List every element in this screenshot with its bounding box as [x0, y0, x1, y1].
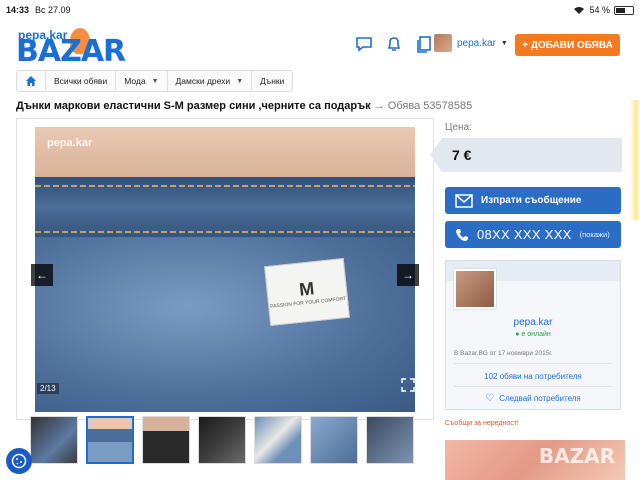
status-date: Вс 27.09 [35, 5, 71, 15]
arrow-right-icon: → [402, 268, 414, 282]
breadcrumb-label: Мода [124, 76, 146, 86]
breadcrumb-label: Дънки [260, 76, 285, 86]
heart-icon: ♡ [485, 393, 495, 404]
avatar [434, 34, 452, 52]
follow-label: Следвай потребителя [499, 394, 581, 403]
status-time: 14:33 [6, 5, 30, 15]
listing-title: Дънки маркови еластични S-M размер сини … [16, 100, 371, 112]
site-header: pepa.kar BAZAR pepa.kar ▼ + ДОБАВИ ОБЯВА [0, 20, 640, 70]
phone-icon [456, 228, 468, 241]
battery-icon [614, 5, 634, 15]
send-message-button[interactable]: Изпрати съобщение [445, 187, 621, 214]
divider [454, 386, 612, 387]
wifi-icon [574, 6, 585, 14]
envelope-icon [455, 193, 473, 208]
photo-watermark: pepa.kar [47, 137, 93, 149]
show-phone-hint: (покажи) [579, 230, 610, 239]
photo-size-label: M PASSION FOR YOUR COMFORT [264, 257, 350, 327]
bell-icon[interactable] [384, 34, 404, 54]
ad-number: → Обява 53578585 [373, 100, 473, 112]
cookie-settings-button[interactable] [6, 448, 32, 474]
header-icons [354, 34, 434, 54]
status-bar: 14:33 Вс 27.09 54 % [0, 0, 640, 20]
seller-avatar[interactable] [454, 269, 496, 309]
phone-number: 08XX XXX XXX [477, 227, 572, 242]
fullscreen-icon[interactable] [401, 378, 415, 392]
breadcrumb-item-all[interactable]: Всички обяви [46, 71, 117, 91]
breadcrumb-item-womens[interactable]: Дамски дрехи ▼ [168, 71, 253, 91]
member-since: В Bazar.BG от 17 ноември 2015г. [454, 350, 553, 357]
thumbnail-active[interactable] [86, 416, 134, 464]
chevron-down-icon: ▼ [151, 77, 159, 85]
prev-photo-button[interactable]: ← [31, 264, 53, 286]
arrow-left-icon: ← [36, 268, 48, 282]
thumbnail-strip [30, 416, 414, 464]
price-value: 7 € [430, 138, 622, 172]
photo-gallery: M PASSION FOR YOUR COMFORT pepa.kar ← → … [16, 118, 434, 420]
seller-name[interactable]: pepa.kar [446, 317, 620, 328]
home-icon [26, 76, 36, 86]
logo-text: BAZAR [16, 34, 126, 69]
username: pepa.kar [457, 37, 496, 49]
breadcrumb-item-jeans[interactable]: Дънки [252, 71, 292, 91]
show-phone-button[interactable]: 08XX XXX XXX (покажи) [445, 221, 621, 248]
main-photo[interactable]: M PASSION FOR YOUR COMFORT pepa.kar [35, 127, 415, 412]
promo-banner[interactable]: BAZAR [445, 440, 625, 480]
seller-ads-link[interactable]: 102 обяви на потребителя [446, 372, 620, 381]
side-ad-edge [630, 100, 640, 220]
chevron-down-icon: ▼ [236, 77, 244, 85]
documents-icon[interactable] [414, 34, 434, 54]
battery-percent: 54 % [589, 5, 610, 15]
online-status: ● е онлайн [515, 331, 551, 338]
photo-stitch [35, 185, 415, 187]
next-photo-button[interactable]: → [397, 264, 419, 286]
breadcrumb: Всички обяви Мода ▼ Дамски дрехи ▼ Дънки [16, 70, 294, 92]
chat-icon[interactable] [354, 34, 374, 54]
thumbnail[interactable] [142, 416, 190, 464]
report-link[interactable]: Съобщи за нередност! [445, 420, 519, 427]
breadcrumb-item-fashion[interactable]: Мода ▼ [116, 71, 168, 91]
thumbnail[interactable] [366, 416, 414, 464]
breadcrumb-label: Всички обяви [54, 76, 108, 86]
thumbnail[interactable] [254, 416, 302, 464]
breadcrumb-label: Дамски дрехи [175, 76, 231, 86]
photo-denim [35, 237, 415, 412]
thumbnail[interactable] [198, 416, 246, 464]
thumbnail[interactable] [310, 416, 358, 464]
add-listing-button[interactable]: + ДОБАВИ ОБЯВА [515, 34, 620, 56]
chevron-down-icon: ▼ [500, 39, 508, 47]
breadcrumb-home[interactable] [17, 71, 46, 91]
seller-card: pepa.kar ● е онлайн В Bazar.BG от 17 ное… [445, 260, 621, 410]
photo-counter: 2/13 [37, 383, 59, 394]
photo-stitch [35, 231, 415, 233]
promo-watermark: BAZAR [538, 444, 615, 468]
cookie-icon [11, 453, 27, 469]
status-right: 54 % [573, 5, 634, 15]
photo-skin-area [35, 127, 415, 182]
thumbnail[interactable] [30, 416, 78, 464]
send-message-label: Изпрати съобщение [481, 195, 582, 206]
follow-seller-link[interactable]: ♡ Следвай потребителя [446, 393, 620, 404]
size-letter: M [298, 277, 316, 300]
site-logo[interactable]: pepa.kar BAZAR [16, 26, 126, 69]
page-title: Дънки маркови еластични S-M размер сини … [16, 100, 472, 112]
price-label: Цена: [445, 122, 472, 133]
divider [454, 363, 612, 364]
user-menu[interactable]: pepa.kar ▼ [434, 34, 508, 52]
battery-fill [616, 7, 625, 13]
